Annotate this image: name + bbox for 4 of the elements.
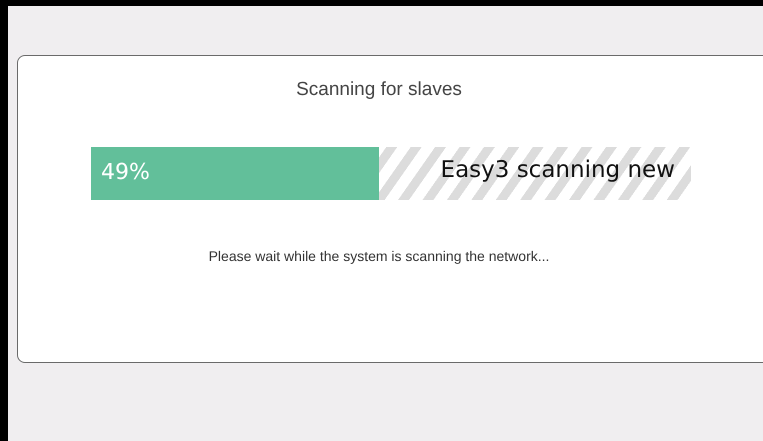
dialog-title: Scanning for slaves <box>295 79 463 101</box>
wait-message: Please wait while the system is scanning the network... <box>208 248 550 264</box>
progress-status: Easy3 scanning new <box>440 157 675 183</box>
progress-percent: 49% <box>101 160 150 185</box>
